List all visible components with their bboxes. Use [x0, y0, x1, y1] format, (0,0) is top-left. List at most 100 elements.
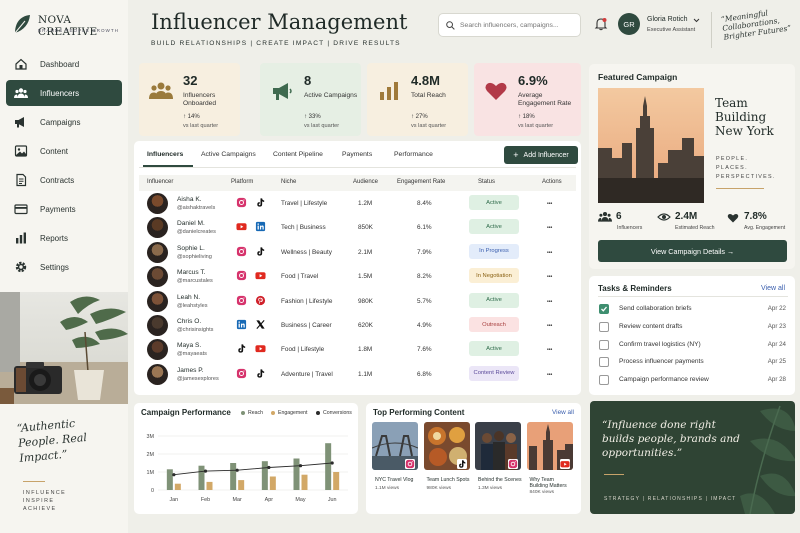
instagram-icon[interactable]: [236, 295, 247, 306]
add-influencer-button[interactable]: + Add Influencer: [504, 146, 578, 164]
sidebar-item-influencers[interactable]: Influencers: [6, 80, 122, 106]
niche: Fashion | Lifestyle: [281, 297, 333, 305]
more-actions-icon[interactable]: •••: [547, 274, 552, 280]
pinterest-icon[interactable]: [255, 295, 266, 306]
task-item[interactable]: Process influencer payments Apr 25: [598, 355, 788, 371]
x-icon[interactable]: [255, 319, 266, 330]
sidebar-item-dashboard[interactable]: Dashboard: [6, 51, 122, 77]
task-item[interactable]: Review content drafts Apr 23: [598, 320, 788, 336]
sidebar-item-payments[interactable]: Payments: [6, 196, 122, 222]
audience: 1.5M: [358, 273, 373, 281]
engagement-rate: 7.6%: [417, 346, 432, 354]
sidebar-item-campaigns[interactable]: Campaigns: [6, 109, 122, 135]
sidebar-item-content[interactable]: Content: [6, 138, 122, 164]
instagram-icon[interactable]: [236, 270, 247, 281]
instagram-icon[interactable]: [236, 368, 247, 379]
user-avatar[interactable]: GR: [618, 13, 640, 35]
influencer-name[interactable]: Leah N.: [177, 294, 200, 301]
task-date: Apr 28: [767, 376, 786, 384]
influencer-name[interactable]: Maya S.: [177, 342, 201, 349]
home-icon: [14, 57, 28, 71]
engagement-rate: 6.8%: [417, 370, 432, 378]
leaf-logo-icon: [14, 15, 30, 34]
table-row[interactable]: Daniel M. @danielcreates Tech | Business 85…: [139, 216, 576, 240]
tab-influencers[interactable]: Influencers: [147, 151, 183, 158]
task-item[interactable]: Confirm travel logistics (NY) Apr 24: [598, 338, 788, 354]
linkedin-icon[interactable]: [255, 221, 266, 232]
content-title[interactable]: Behind the Scenes: [478, 477, 522, 483]
task-checkbox[interactable]: [599, 357, 609, 368]
more-actions-icon[interactable]: •••: [547, 372, 552, 378]
tab-payments[interactable]: Payments: [342, 151, 372, 158]
task-item[interactable]: Send collaboration briefs Apr 22: [598, 302, 788, 318]
sidebar-item-contracts[interactable]: Contracts: [6, 167, 122, 193]
tab-content-pipeline[interactable]: Content Pipeline: [273, 151, 323, 158]
task-checkbox[interactable]: [599, 375, 609, 386]
more-actions-icon[interactable]: •••: [547, 201, 552, 207]
tiktok-icon[interactable]: [255, 246, 266, 257]
more-actions-icon[interactable]: •••: [547, 323, 552, 329]
more-actions-icon[interactable]: •••: [547, 225, 552, 231]
campaign-tagline: PEOPLE. PLACES. PERSPECTIVES.: [716, 156, 776, 180]
task-text: Process influencer payments: [619, 358, 704, 366]
tiktok-icon[interactable]: [255, 197, 266, 208]
tiktok-icon[interactable]: [255, 368, 266, 379]
bell-icon[interactable]: [594, 17, 608, 31]
instagram-icon[interactable]: [236, 246, 247, 257]
influencer-name[interactable]: Daniel M.: [177, 220, 205, 227]
youtube-icon[interactable]: [255, 270, 266, 281]
table-row[interactable]: Marcus T. @marcustales Food | Travel 1.5M 8.…: [139, 265, 576, 289]
influencer-name[interactable]: Sophie L.: [177, 245, 205, 252]
influencer-name[interactable]: Aisha K.: [177, 196, 202, 203]
influencer-name[interactable]: Chris O.: [177, 318, 201, 325]
tab-active-campaigns[interactable]: Active Campaigns: [201, 151, 256, 158]
search-input[interactable]: [460, 21, 578, 29]
legend-swatch: [316, 411, 320, 415]
stat-label: Influencers: [617, 225, 643, 231]
view-campaign-details-button[interactable]: View Campaign Details →: [598, 240, 787, 262]
quote-footer: STRATEGY | RELATIONSHIPS | IMPACT: [604, 496, 737, 502]
user-role: Executive Assistant: [647, 27, 696, 33]
tiktok-icon[interactable]: [236, 343, 247, 354]
table-row[interactable]: Sophie L. @sophieliving Wellness | Beauty 2…: [139, 241, 576, 265]
more-actions-icon[interactable]: •••: [547, 299, 552, 305]
megaphone-icon: [273, 83, 292, 100]
top-content-view-all-link[interactable]: View all: [552, 409, 574, 416]
task-checkbox[interactable]: [599, 321, 609, 332]
youtube-icon: [559, 459, 570, 469]
column-header: Niche: [281, 179, 297, 185]
task-checkbox[interactable]: [599, 304, 609, 314]
page-subtitle: BUILD RELATIONSHIPS | CREATE IMPACT | DR…: [151, 40, 401, 47]
task-date: Apr 23: [767, 322, 786, 330]
influencer-name[interactable]: Marcus T.: [177, 269, 205, 276]
table-row[interactable]: Chris O. @chrisinsights Business | Career 6…: [139, 314, 576, 338]
status-badge: In Negotiation: [469, 268, 519, 284]
engagement-rate: 6.1%: [417, 224, 432, 232]
linkedin-icon[interactable]: [236, 319, 247, 330]
x-tick-label: May: [295, 497, 305, 503]
content-title[interactable]: Why Team Building Matters: [530, 477, 574, 489]
more-actions-icon[interactable]: •••: [547, 250, 552, 256]
more-actions-icon[interactable]: •••: [547, 347, 552, 353]
table-row[interactable]: Aisha K. @aishaktravels Travel | Lifestyle…: [139, 192, 576, 216]
task-item[interactable]: Campaign performance review Apr 28: [598, 373, 788, 389]
search-box[interactable]: [438, 13, 581, 37]
task-checkbox[interactable]: [599, 339, 609, 350]
sidebar-item-settings[interactable]: Settings: [6, 254, 122, 280]
content-title[interactable]: Team Lunch Spots: [427, 477, 471, 483]
chevron-down-icon[interactable]: [693, 18, 700, 23]
influencer-name[interactable]: James P.: [177, 367, 204, 374]
tasks-view-all-link[interactable]: View all: [761, 285, 785, 292]
stat-value: 7.8%: [744, 211, 767, 222]
table-row[interactable]: Maya S. @mayaeats Food | Lifestyle 1.8M 7.6%…: [139, 338, 576, 362]
youtube-icon[interactable]: [255, 343, 266, 354]
instagram-icon[interactable]: [236, 197, 247, 208]
table-row[interactable]: James P. @jamesexplores Adventure | Travel…: [139, 363, 576, 387]
kpi-change: ↑ 27%: [411, 114, 428, 120]
table-row[interactable]: Leah N. @leahstyles Fashion | Lifestyle 980…: [139, 290, 576, 314]
user-name[interactable]: Gloria Rotich: [647, 16, 687, 23]
tab-performance[interactable]: Performance: [394, 151, 433, 158]
youtube-icon[interactable]: [236, 221, 247, 232]
content-title[interactable]: NYC Travel Vlog: [375, 477, 419, 483]
sidebar-item-reports[interactable]: Reports: [6, 225, 122, 251]
